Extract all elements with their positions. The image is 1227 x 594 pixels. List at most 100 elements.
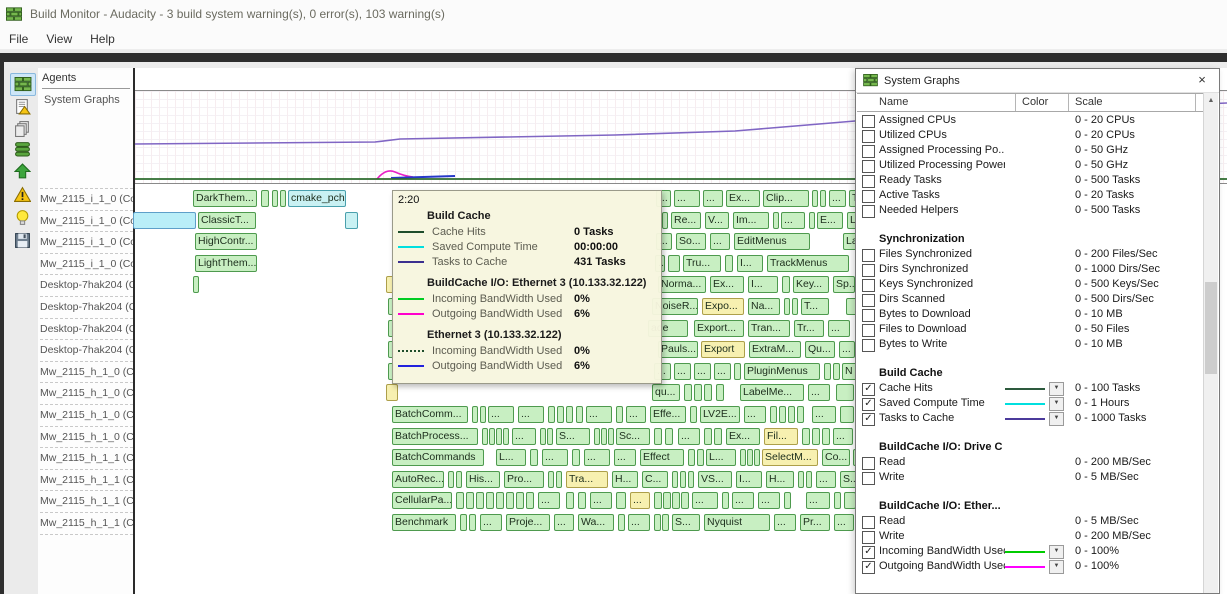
task-bar[interactable]: Sc... — [616, 428, 650, 445]
task-bar[interactable]: Ex... — [726, 428, 760, 445]
task-bar[interactable]: ... — [614, 449, 636, 466]
task-bar[interactable] — [809, 212, 815, 229]
task-bar[interactable]: His... — [466, 471, 500, 488]
task-bar[interactable]: ... — [774, 514, 796, 531]
task-bar[interactable]: H... — [612, 471, 638, 488]
task-bar[interactable]: E... — [817, 212, 843, 229]
task-bar[interactable]: cmake_pch — [288, 190, 346, 207]
task-bar[interactable]: S... — [556, 428, 590, 445]
task-bar[interactable]: ... — [542, 449, 568, 466]
checkbox-unchecked[interactable] — [862, 516, 875, 529]
scroll-up-icon[interactable]: ▲ — [1204, 93, 1218, 108]
task-bar[interactable]: S... — [672, 514, 700, 531]
checkbox-unchecked[interactable] — [862, 160, 875, 173]
checkbox-unchecked[interactable] — [862, 339, 875, 352]
task-bar[interactable] — [806, 471, 812, 488]
checkbox-unchecked[interactable] — [862, 130, 875, 143]
task-bar[interactable] — [616, 406, 623, 423]
task-bar[interactable]: ... — [678, 428, 700, 445]
task-bar[interactable]: Ex... — [726, 190, 760, 207]
task-bar[interactable] — [540, 428, 546, 445]
task-bar[interactable]: ... — [744, 406, 766, 423]
task-bar[interactable] — [601, 428, 607, 445]
task-bar[interactable]: Export — [701, 341, 745, 358]
task-bar[interactable]: C... — [642, 471, 668, 488]
task-bar[interactable]: ... — [626, 406, 646, 423]
task-bar[interactable] — [770, 406, 777, 423]
task-bar[interactable] — [734, 363, 741, 380]
task-bar[interactable]: Sp... — [833, 276, 855, 293]
task-bar[interactable] — [456, 492, 464, 509]
task-bar[interactable]: ... — [628, 514, 650, 531]
task-bar[interactable]: ... — [828, 320, 850, 337]
task-bar[interactable]: ... — [512, 428, 536, 445]
task-bar[interactable]: Tr... — [794, 320, 824, 337]
task-bar[interactable]: ... — [518, 406, 544, 423]
build-cache-icon[interactable] — [10, 139, 34, 160]
checkbox-unchecked[interactable] — [862, 324, 875, 337]
task-bar[interactable] — [193, 276, 199, 293]
build-report-icon[interactable] — [10, 96, 34, 117]
task-bar[interactable]: ... — [781, 212, 805, 229]
task-bar[interactable] — [566, 406, 573, 423]
color-dropdown-icon[interactable]: ▼ — [1049, 560, 1064, 574]
checkbox-unchecked[interactable] — [862, 190, 875, 203]
task-bar[interactable]: I... — [748, 276, 778, 293]
task-bar[interactable]: Wa... — [578, 514, 614, 531]
task-bar[interactable]: V... — [705, 212, 729, 229]
task-bar[interactable]: SelectM... — [762, 449, 818, 466]
checkbox-checked[interactable]: ✓ — [862, 383, 875, 396]
color-dropdown-icon[interactable]: ▼ — [1049, 412, 1064, 426]
task-bar[interactable] — [489, 428, 495, 445]
task-bar[interactable] — [812, 190, 818, 207]
agent-row[interactable]: Mw_2115_h_1_1 (C — [40, 469, 133, 492]
agent-row[interactable]: Mw_2115_h_1_0 (C — [40, 361, 133, 384]
task-bar[interactable]: So... — [676, 233, 706, 250]
task-bar[interactable]: Ex... — [710, 276, 744, 293]
task-bar[interactable] — [672, 492, 680, 509]
agent-row[interactable]: Mw_2115_h_1_0 (C — [40, 382, 133, 405]
task-bar[interactable]: ... — [808, 384, 830, 401]
task-bar[interactable]: DarkThem... — [193, 190, 257, 207]
task-bar[interactable]: ... — [584, 449, 610, 466]
task-bar[interactable] — [448, 471, 454, 488]
checkbox-unchecked[interactable] — [862, 531, 875, 544]
task-bar[interactable] — [386, 384, 398, 401]
task-bar[interactable]: Export... — [694, 320, 744, 337]
task-bar[interactable] — [548, 406, 555, 423]
checkbox-unchecked[interactable] — [862, 249, 875, 262]
task-bar[interactable] — [754, 449, 760, 466]
task-bar[interactable]: VS... — [698, 471, 732, 488]
task-bar[interactable]: ... — [714, 363, 731, 380]
task-bar[interactable]: Na... — [748, 298, 780, 315]
checkbox-unchecked[interactable] — [862, 457, 875, 470]
task-bar[interactable] — [480, 406, 486, 423]
task-bar[interactable] — [572, 449, 580, 466]
task-bar[interactable] — [716, 384, 724, 401]
task-bar[interactable] — [833, 363, 840, 380]
task-bar[interactable] — [272, 190, 278, 207]
task-bar[interactable]: T... — [801, 298, 829, 315]
task-bar[interactable]: Norma... — [658, 276, 706, 293]
task-bar[interactable] — [802, 428, 810, 445]
menu-help[interactable]: Help — [81, 30, 124, 48]
task-bar[interactable]: Effe... — [650, 406, 686, 423]
task-bar[interactable]: ExtraM... — [749, 341, 801, 358]
task-bar[interactable]: ... — [829, 190, 846, 207]
task-bar[interactable] — [779, 406, 786, 423]
task-bar[interactable] — [725, 255, 733, 272]
task-bar[interactable]: ... — [834, 514, 854, 531]
task-bar[interactable] — [788, 406, 795, 423]
task-bar[interactable] — [704, 428, 712, 445]
task-bar[interactable]: PluginMenus — [744, 363, 820, 380]
agent-row[interactable]: Desktop-7hak204 (C — [40, 339, 133, 362]
task-bar[interactable]: ... — [630, 492, 650, 509]
task-bar[interactable]: Proje... — [506, 514, 550, 531]
agent-row[interactable]: Mw_2115_i_1_0 (Co — [40, 188, 133, 211]
task-bar[interactable]: Pr... — [800, 514, 830, 531]
agent-row[interactable]: Desktop-7hak204 (C — [40, 296, 133, 319]
task-bar[interactable]: ... — [812, 406, 836, 423]
close-icon[interactable]: × — [1191, 71, 1213, 89]
task-bar[interactable]: BatchComm... — [392, 406, 468, 423]
task-bar[interactable] — [822, 428, 830, 445]
